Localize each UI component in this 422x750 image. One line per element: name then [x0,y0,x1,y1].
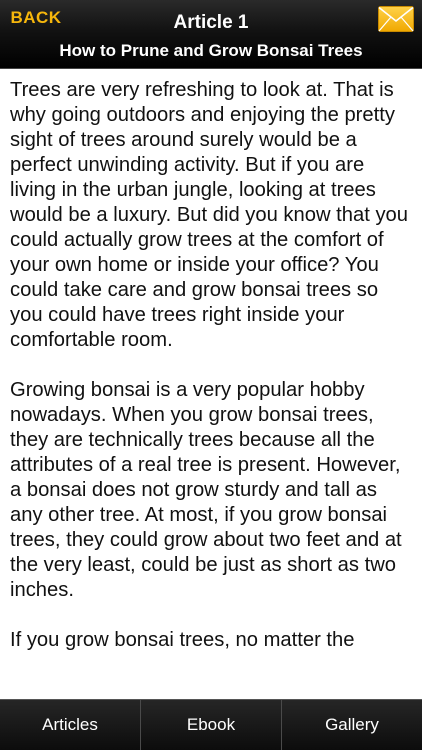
tab-articles[interactable]: Articles [0,700,141,750]
article-paragraph-2: Growing bonsai is a very popular hobby n… [10,379,402,601]
article-subtitle: How to Prune and Grow Bonsai Trees [59,41,363,60]
article-body[interactable]: Trees are very refreshing to look at. Th… [0,69,422,699]
tab-ebook[interactable]: Ebook [141,700,282,750]
envelope-icon [378,6,414,32]
tab-bar: Articles Ebook Gallery [0,699,422,750]
mail-button[interactable] [378,6,414,32]
article-screen: BACK Article 1 How to Prune and Grow Bon… [0,0,422,750]
article-paragraph-3: If you grow bonsai trees, no matter the [10,629,355,651]
article-paragraph-1: Trees are very refreshing to look at. Th… [10,79,409,351]
tab-gallery[interactable]: Gallery [282,700,422,750]
page-title: Article 1 [173,12,249,33]
navigation-header: BACK Article 1 How to Prune and Grow Bon… [0,0,422,69]
